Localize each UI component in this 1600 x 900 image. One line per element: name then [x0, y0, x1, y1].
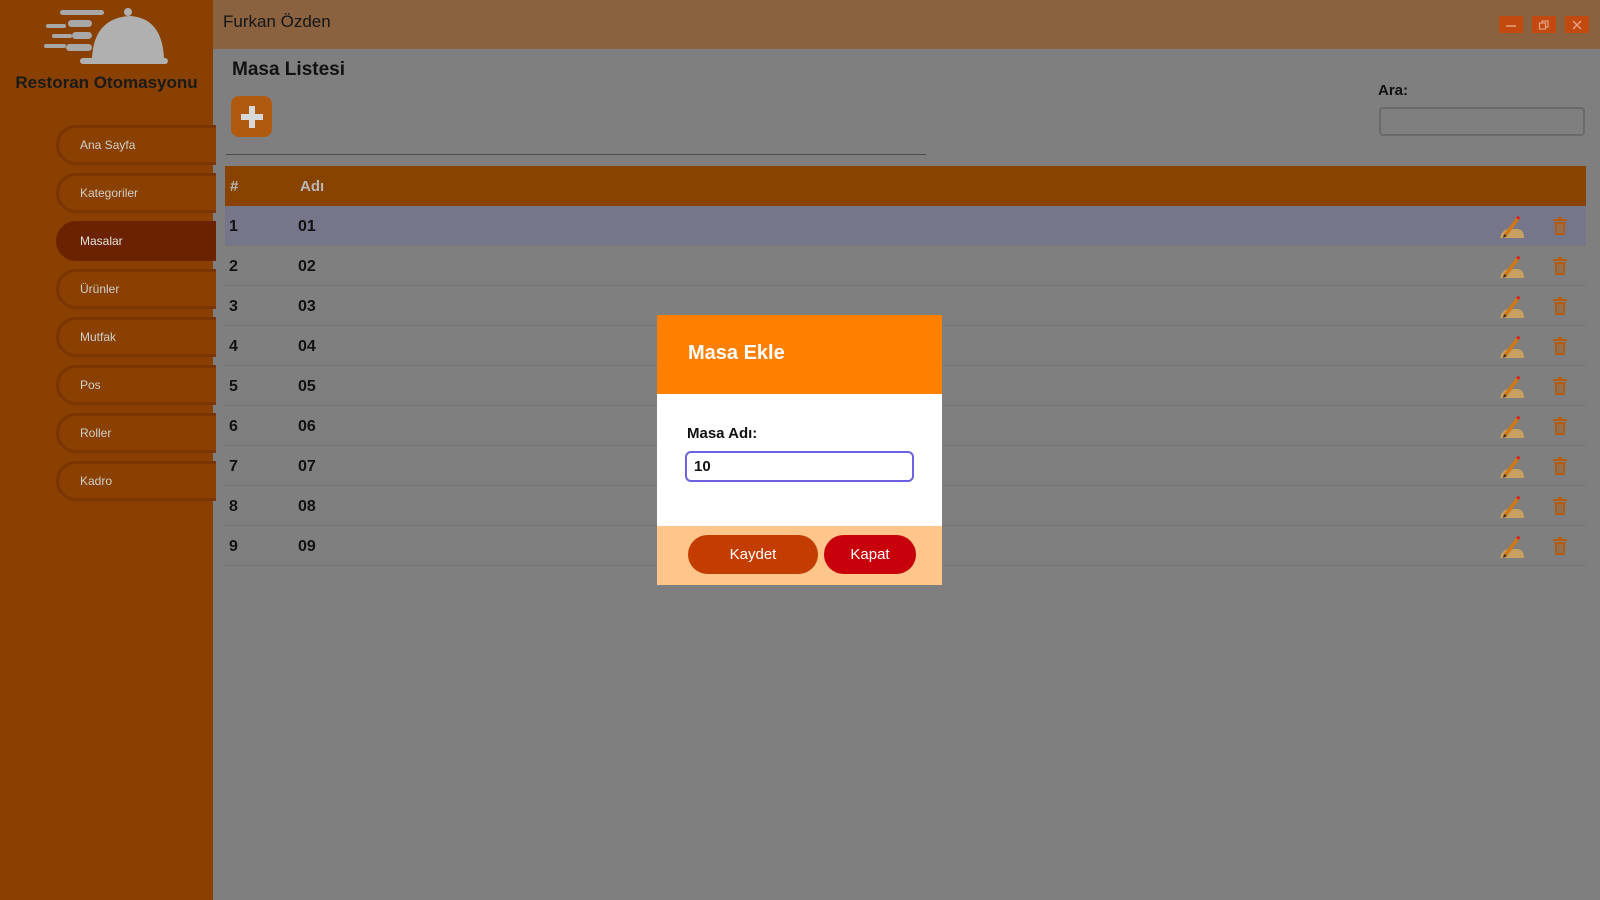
- row-name: 03: [298, 298, 316, 315]
- table-row[interactable]: 2 02: [225, 246, 1586, 286]
- search-input[interactable]: [1379, 107, 1585, 136]
- pencil-hand-icon[interactable]: [1498, 454, 1526, 480]
- row-name: 08: [298, 498, 316, 515]
- pencil-hand-icon[interactable]: [1498, 534, 1526, 560]
- trash-icon[interactable]: [1552, 217, 1568, 235]
- sidebar-item-kategoriler[interactable]: Kategoriler: [56, 173, 216, 213]
- dialog-footer: Kaydet Kapat: [657, 526, 942, 585]
- pencil-hand-icon[interactable]: [1498, 334, 1526, 360]
- sidebar-item-mutfak[interactable]: Mutfak: [56, 317, 216, 357]
- trash-icon[interactable]: [1552, 257, 1568, 275]
- pencil-hand-icon[interactable]: [1498, 414, 1526, 440]
- sidebar-item-masalar[interactable]: Masalar: [56, 221, 216, 261]
- row-name: 09: [298, 538, 316, 555]
- page-title: Masa Listesi: [232, 59, 345, 80]
- masa-adi-input[interactable]: [685, 451, 914, 482]
- dialog-header: Masa Ekle: [657, 315, 942, 394]
- row-number: 1: [229, 218, 238, 235]
- app-title: Restoran Otomasyonu: [15, 73, 198, 92]
- column-header-name: Adı: [300, 178, 325, 195]
- row-number: 3: [229, 298, 238, 315]
- row-number: 5: [229, 378, 238, 395]
- trash-icon[interactable]: [1552, 377, 1568, 395]
- masa-adi-label: Masa Adı:: [687, 425, 758, 442]
- trash-icon[interactable]: [1552, 417, 1568, 435]
- search-label: Ara:: [1378, 82, 1409, 99]
- pencil-hand-icon[interactable]: [1498, 494, 1526, 520]
- trash-icon[interactable]: [1552, 297, 1568, 315]
- pencil-hand-icon[interactable]: [1498, 374, 1526, 400]
- add-table-button[interactable]: [231, 96, 272, 137]
- row-number: 8: [229, 498, 238, 515]
- row-name: 01: [298, 218, 316, 235]
- sidebar-item-roller[interactable]: Roller: [56, 413, 216, 453]
- row-number: 7: [229, 458, 238, 475]
- trash-icon[interactable]: [1552, 497, 1568, 515]
- close-icon[interactable]: [1565, 16, 1589, 33]
- title-bar: Furkan Özden: [213, 0, 1600, 49]
- sidebar: Restoran Otomasyonu Ana Sayfa Kategorile…: [0, 0, 216, 900]
- divider: [226, 154, 926, 155]
- row-number: 2: [229, 258, 238, 275]
- sidebar-item-pos[interactable]: Pos: [56, 365, 216, 405]
- row-number: 9: [229, 538, 238, 555]
- pencil-hand-icon[interactable]: [1498, 254, 1526, 280]
- row-name: 05: [298, 378, 316, 395]
- add-table-dialog: Masa Ekle Masa Adı: Kaydet Kapat: [657, 315, 942, 585]
- trash-icon[interactable]: [1552, 537, 1568, 555]
- plus-icon: [240, 105, 263, 128]
- pencil-hand-icon[interactable]: [1498, 294, 1526, 320]
- dialog-title: Masa Ekle: [688, 342, 785, 364]
- trash-icon[interactable]: [1552, 457, 1568, 475]
- row-number: 4: [229, 338, 238, 355]
- row-name: 02: [298, 258, 316, 275]
- sidebar-item-urunler[interactable]: Ürünler: [56, 269, 216, 309]
- close-button[interactable]: Kapat: [824, 535, 916, 574]
- column-header-number: #: [230, 178, 239, 195]
- save-button[interactable]: Kaydet: [688, 535, 818, 574]
- serving-cloche-icon: [44, 8, 168, 64]
- row-name: 04: [298, 338, 316, 355]
- sidebar-item-kadro[interactable]: Kadro: [56, 461, 216, 501]
- trash-icon[interactable]: [1552, 337, 1568, 355]
- pencil-hand-icon[interactable]: [1498, 214, 1526, 240]
- row-name: 07: [298, 458, 316, 475]
- table-header: # Adı: [225, 166, 1586, 206]
- window-title: Furkan Özden: [223, 12, 331, 31]
- sidebar-item-ana-sayfa[interactable]: Ana Sayfa: [56, 125, 216, 165]
- restore-icon[interactable]: [1532, 16, 1556, 33]
- row-name: 06: [298, 418, 316, 435]
- minimize-icon[interactable]: [1499, 16, 1523, 33]
- table-row[interactable]: 1 01: [225, 206, 1586, 246]
- row-number: 6: [229, 418, 238, 435]
